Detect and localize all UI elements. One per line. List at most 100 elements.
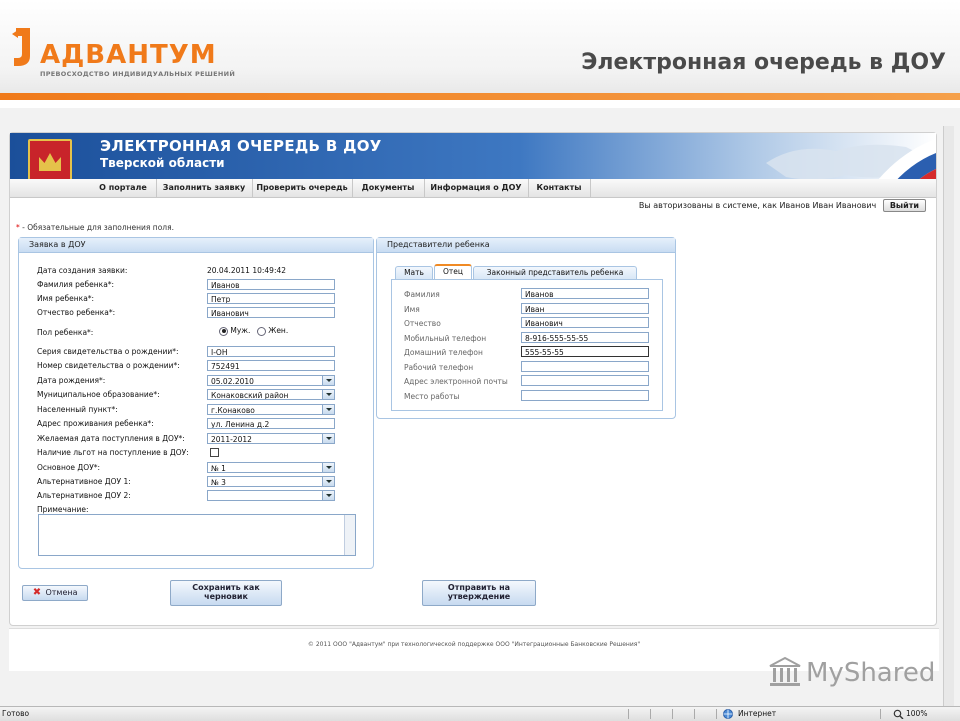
sex-female-radio[interactable] bbox=[256, 326, 266, 336]
address-label: Адрес проживания ребенка*: bbox=[37, 419, 154, 428]
watermark-text: MyShared bbox=[806, 658, 936, 688]
rep-mobile-label: Мобильный телефон bbox=[404, 334, 487, 343]
main-menu: О портале Заполнить заявку Проверить оче… bbox=[10, 179, 936, 198]
zoom-level[interactable]: 100% bbox=[906, 709, 927, 718]
rep-email-field[interactable] bbox=[521, 375, 649, 386]
tab-mother[interactable]: Мать bbox=[395, 266, 433, 279]
rep-email-label: Адрес электронной почты bbox=[404, 377, 508, 386]
footer-copyright: © 2011 ООО "Адвантум" при технологическо… bbox=[307, 641, 641, 648]
myshared-watermark: MyShared bbox=[768, 654, 938, 694]
representatives-panel: Представители ребенка Мать Отец Законный… bbox=[376, 237, 676, 419]
cert-number-label: Номер свидетельства о рождении*: bbox=[37, 361, 180, 370]
watermark-building-icon bbox=[769, 656, 801, 686]
benefits-label: Наличие льгот на поступление в ДОУ: bbox=[37, 448, 189, 457]
chevron-down-icon[interactable] bbox=[322, 390, 334, 399]
birth-date-label: Дата рождения*: bbox=[37, 376, 106, 385]
application-panel: Заявка в ДОУ Дата создания заявки: 20.04… bbox=[18, 237, 374, 569]
main-dou-label: Основное ДОУ*: bbox=[37, 463, 101, 472]
page-scrollbar[interactable] bbox=[943, 126, 954, 706]
rep-work-phone-field[interactable] bbox=[521, 361, 649, 372]
surname-field[interactable]: Иванов bbox=[207, 279, 335, 290]
required-fields-note: * - Обязательные для заполнения поля. bbox=[16, 223, 174, 232]
advantum-logo: АДВАНТУМ ПРЕВОСХОДСТВО ИНДИВИДУАЛЬНЫХ РЕ… bbox=[10, 26, 235, 82]
auth-text: Вы авторизованы в системе, как Иванов Ив… bbox=[638, 201, 877, 210]
name-label: Имя ребенка*: bbox=[37, 294, 95, 303]
cert-series-field[interactable]: I-ОН bbox=[207, 346, 335, 357]
banner-title: ЭЛЕКТРОННАЯ ОЧЕРЕДЬ В ДОУ bbox=[100, 137, 382, 155]
chevron-down-icon[interactable] bbox=[322, 463, 334, 472]
representatives-panel-title: Представители ребенка bbox=[377, 238, 675, 253]
close-icon: ✖ bbox=[32, 587, 42, 598]
sex-label: Пол ребенка*: bbox=[37, 328, 94, 337]
menu-item-contacts[interactable]: Контакты bbox=[528, 179, 591, 197]
rep-surname-label: Фамилия bbox=[404, 290, 440, 299]
menu-item-about[interactable]: О портале bbox=[90, 179, 157, 197]
locality-select[interactable]: г.Конаково bbox=[207, 404, 335, 415]
father-tab-content: Фамилия Иванов Имя Иван Отчество Иванови… bbox=[391, 279, 663, 411]
sex-female-label: Жен. bbox=[268, 326, 289, 335]
auth-status: Вы авторизованы в системе, как Иванов Ив… bbox=[639, 199, 926, 212]
rep-home-phone-label: Домашний телефон bbox=[404, 348, 483, 357]
cert-number-field[interactable]: 752491 bbox=[207, 360, 335, 371]
patronymic-label: Отчество ребенка*: bbox=[37, 308, 116, 317]
rep-name-field[interactable]: Иван bbox=[521, 303, 649, 314]
rep-name-label: Имя bbox=[404, 305, 420, 314]
note-label: Примечание: bbox=[37, 505, 89, 514]
menu-item-fill-application[interactable]: Заполнить заявку bbox=[156, 179, 253, 197]
address-field[interactable]: ул. Ленина д.2 bbox=[207, 418, 335, 429]
menu-item-dou-info[interactable]: Информация о ДОУ bbox=[424, 179, 529, 197]
chevron-down-icon[interactable] bbox=[322, 434, 334, 443]
municipality-select[interactable]: Конаковский район bbox=[207, 389, 335, 400]
cert-series-label: Серия свидетельства о рождении*: bbox=[37, 347, 179, 356]
textarea-scrollbar[interactable] bbox=[344, 515, 355, 555]
chevron-down-icon[interactable] bbox=[322, 477, 334, 486]
browser-statusbar: Готово Интернет 100% bbox=[0, 706, 960, 721]
note-textarea[interactable] bbox=[38, 514, 356, 556]
site-banner: ЭЛЕКТРОННАЯ ОЧЕРЕДЬ В ДОУ Тверской облас… bbox=[10, 133, 936, 195]
logo-mark-icon bbox=[12, 28, 30, 66]
desired-date-label: Желаемая дата поступления в ДОУ*: bbox=[37, 434, 185, 443]
main-dou-select[interactable]: № 1 bbox=[207, 462, 335, 473]
security-zone: Интернет bbox=[738, 709, 777, 718]
desired-date-select[interactable]: 2011-2012 bbox=[207, 433, 335, 444]
sex-male-radio[interactable] bbox=[219, 326, 228, 336]
rep-work-phone-label: Рабочий телефон bbox=[404, 363, 474, 372]
chevron-down-icon[interactable] bbox=[322, 491, 334, 500]
banner-subtitle: Тверской области bbox=[100, 156, 225, 170]
alt1-dou-select[interactable]: № 3 bbox=[207, 476, 335, 487]
chevron-down-icon[interactable] bbox=[322, 405, 334, 414]
patronymic-field[interactable]: Иванович bbox=[207, 307, 335, 318]
menu-item-check-queue[interactable]: Проверить очередь bbox=[252, 179, 353, 197]
tab-legal-representative[interactable]: Законный представитель ребенка bbox=[473, 266, 637, 279]
created-date-label: Дата создания заявки: bbox=[37, 266, 128, 275]
rep-home-phone-field[interactable]: 555-55-55 bbox=[521, 346, 649, 357]
rep-mobile-field[interactable]: 8-916-555-55-55 bbox=[521, 332, 649, 343]
locality-label: Населенный пункт*: bbox=[37, 405, 118, 414]
tab-father[interactable]: Отец bbox=[434, 264, 472, 279]
alt2-dou-label: Альтернативное ДОУ 2: bbox=[37, 491, 131, 500]
logo-name: АДВАНТУМ bbox=[40, 40, 217, 70]
cancel-button[interactable]: ✖ Отмена bbox=[22, 585, 88, 601]
created-date-value: 20.04.2011 10:49:42 bbox=[207, 266, 287, 275]
alt1-dou-label: Альтернативное ДОУ 1: bbox=[37, 477, 131, 486]
rep-workplace-label: Место работы bbox=[404, 392, 460, 401]
rep-workplace-field[interactable] bbox=[521, 390, 649, 401]
name-field[interactable]: Петр bbox=[207, 293, 335, 304]
save-draft-button[interactable]: Сохранить как черновик bbox=[170, 580, 282, 606]
chevron-down-icon[interactable] bbox=[322, 376, 334, 385]
globe-icon bbox=[723, 709, 733, 719]
zoom-icon bbox=[893, 709, 904, 719]
logout-button[interactable]: Выйти bbox=[882, 199, 926, 212]
rep-patronymic-label: Отчество bbox=[404, 319, 441, 328]
birth-date-select[interactable]: 05.02.2010 bbox=[207, 375, 335, 386]
header-accent-bar bbox=[0, 93, 960, 100]
send-for-approval-button[interactable]: Отправить на утверждение bbox=[422, 580, 536, 606]
rep-surname-field[interactable]: Иванов bbox=[521, 288, 649, 299]
alt2-dou-select[interactable] bbox=[207, 490, 335, 501]
site-page: ЭЛЕКТРОННАЯ ОЧЕРЕДЬ В ДОУ Тверской облас… bbox=[9, 132, 937, 626]
benefits-checkbox[interactable] bbox=[210, 448, 219, 457]
status-text: Готово bbox=[2, 709, 30, 718]
menu-item-documents[interactable]: Документы bbox=[352, 179, 425, 197]
sex-radio-group: Муж. Жен. bbox=[219, 326, 288, 336]
rep-patronymic-field[interactable]: Иванович bbox=[521, 317, 649, 328]
